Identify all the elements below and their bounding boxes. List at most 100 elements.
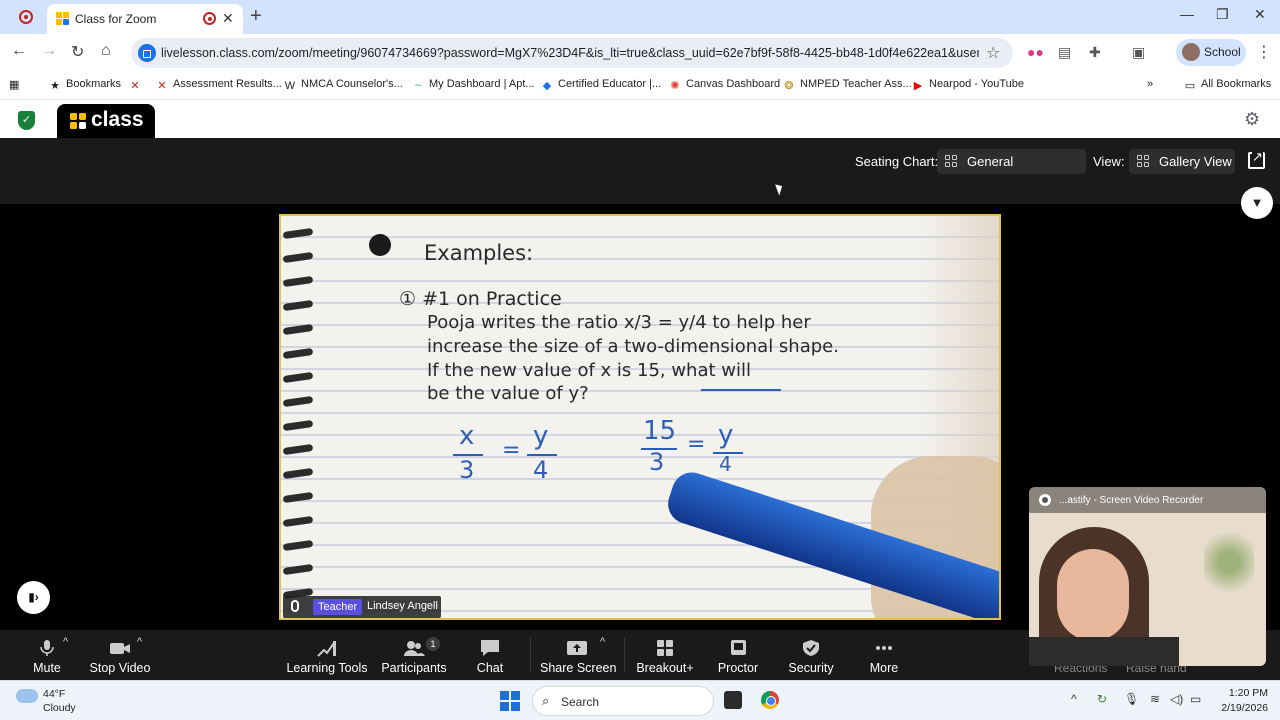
spiral-binding xyxy=(282,227,314,610)
chrome-icon[interactable] xyxy=(761,691,779,709)
recorder-title: ...astify - Screen Video Recorder xyxy=(1059,495,1204,506)
stop-video-button[interactable]: Stop Video xyxy=(88,630,152,680)
extensions-puzzle-icon[interactable]: ✚ xyxy=(1089,44,1101,61)
mute-options-caret-icon[interactable]: ^ xyxy=(63,636,68,648)
bookmark-label: Assessment Results... xyxy=(173,78,282,90)
bookmark-label: Nearpod - YouTube xyxy=(929,78,1024,90)
seating-chart-select[interactable]: General xyxy=(937,149,1086,174)
eq2-right-denominator: 4 xyxy=(719,452,732,476)
wifi-icon[interactable]: ≋ xyxy=(1150,692,1160,706)
share-screen-icon xyxy=(567,641,587,655)
task-view-icon[interactable] xyxy=(724,691,742,709)
extension-record-icon[interactable]: ●● xyxy=(1027,44,1044,60)
profile-label: School xyxy=(1204,45,1241,59)
security-label: Security xyxy=(788,661,834,675)
class-logo-text: class xyxy=(91,108,144,131)
screen-recorder-webcam-window[interactable]: ...astify - Screen Video Recorder xyxy=(1029,487,1266,666)
reload-icon[interactable]: ↻ xyxy=(71,42,84,62)
windows-start-icon[interactable] xyxy=(500,691,520,711)
bookmark-label: NMPED Teacher Ass... xyxy=(800,78,912,90)
x-logo-icon: ✕ xyxy=(157,80,167,92)
tab-close-icon[interactable]: ✕ xyxy=(222,10,234,27)
home-icon[interactable]: ⌂ xyxy=(101,42,111,60)
chat-button[interactable]: Chat xyxy=(470,630,510,680)
mute-label: Mute xyxy=(33,661,61,675)
battery-icon[interactable]: ▭ xyxy=(1190,692,1201,706)
proctor-button[interactable]: Proctor xyxy=(712,630,764,680)
bookmark-item[interactable]: ❂ NMPED Teacher Ass... xyxy=(783,78,912,92)
restore-icon[interactable]: ❐ xyxy=(1216,6,1229,23)
forward-arrow-icon[interactable]: → xyxy=(41,42,57,60)
leaf-icon: ◆ xyxy=(542,80,552,92)
taskbar-search-box[interactable]: ⌕ Search xyxy=(532,686,714,716)
extension-screen-icon[interactable]: ▤ xyxy=(1058,44,1071,61)
weather-description[interactable]: Cloudy xyxy=(43,702,76,714)
security-button[interactable]: Security xyxy=(786,630,836,680)
video-camera-icon xyxy=(110,643,130,654)
bookmark-item[interactable]: ▶ Nearpod - YouTube xyxy=(912,78,1024,92)
learning-tools-button[interactable]: Learning Tools xyxy=(286,630,368,680)
video-options-caret-icon[interactable]: ^ xyxy=(137,636,142,648)
bookmark-item[interactable]: ◆ Certified Educator |... xyxy=(541,78,661,92)
participants-button[interactable]: Participants xyxy=(380,630,448,680)
volume-icon[interactable]: ◁) xyxy=(1170,692,1183,706)
grid-icon xyxy=(945,155,958,168)
cloud-icon[interactable] xyxy=(16,689,38,703)
window-close-icon[interactable]: ✕ xyxy=(1254,6,1266,23)
minimize-icon[interactable]: — xyxy=(1180,6,1194,22)
bookmark-label: Certified Educator |... xyxy=(558,78,662,90)
w-logo-icon: W xyxy=(284,80,296,92)
apps-grid-icon[interactable]: ▦ xyxy=(9,78,19,91)
sync-icon[interactable]: ↻ xyxy=(1097,692,1107,706)
browser-tab-strip: Class for Zoom ✕ + — ❐ ✕ xyxy=(0,0,1280,34)
divider xyxy=(530,638,531,672)
bookmark-item[interactable]: W NMCA Counselor's... xyxy=(284,78,403,92)
all-bookmarks-button[interactable]: ▭ All Bookmarks xyxy=(1184,78,1272,92)
more-bookmarks-button[interactable]: » xyxy=(1147,78,1153,90)
bookmark-item[interactable]: ✕ xyxy=(129,78,146,92)
new-tab-button[interactable]: + xyxy=(250,5,262,28)
collapse-panel-button[interactable]: ▼ xyxy=(1241,187,1273,219)
weather-temperature[interactable]: 44°F xyxy=(43,688,65,700)
bookmark-item[interactable]: ★ Bookmarks xyxy=(49,78,121,92)
all-bookmarks-label: All Bookmarks xyxy=(1201,78,1272,90)
proctor-label: Proctor xyxy=(717,661,759,675)
clock-date[interactable]: 2/19/2026 xyxy=(1212,702,1268,714)
more-label: More xyxy=(869,661,899,675)
bookmark-item[interactable]: ✺ Canvas Dashboard xyxy=(669,78,780,92)
notes-line-2: increase the size of a two-dimensional s… xyxy=(427,336,839,357)
browser-menu-icon[interactable]: ⋮ xyxy=(1256,42,1272,62)
bookmarks-bar: ▦ ★ Bookmarks ✕ ✕ Assessment Results... WN… xyxy=(0,72,1280,100)
badge-icon: ❂ xyxy=(784,80,794,92)
tab-search-icon[interactable]: ▣ xyxy=(1132,44,1145,61)
sidebar-toggle-button[interactable]: ▮› xyxy=(17,581,50,614)
tray-microphone-icon[interactable]: 🎙 xyxy=(1124,692,1139,706)
profile-button[interactable]: School xyxy=(1176,39,1246,66)
popout-icon[interactable] xyxy=(1248,149,1265,169)
class-logo: class xyxy=(57,104,155,138)
bookmark-item[interactable]: ✕ Assessment Results... xyxy=(156,78,282,92)
url-text[interactable]: livelesson.class.com/zoom/meeting/960747… xyxy=(161,46,979,60)
stop-video-label: Stop Video xyxy=(89,661,151,675)
back-arrow-icon[interactable]: ← xyxy=(11,42,27,60)
more-button[interactable]: More xyxy=(864,630,904,680)
bookmark-star-icon[interactable]: ☆ xyxy=(986,43,1000,63)
bookmark-item[interactable]: ~ My Dashboard | Apt... xyxy=(412,78,535,92)
proctor-icon xyxy=(731,640,746,655)
address-bar[interactable]: livelesson.class.com/zoom/meeting/960747… xyxy=(131,38,1013,68)
share-options-caret-icon[interactable]: ^ xyxy=(600,636,605,648)
shield-check-icon: ✓ xyxy=(18,111,35,130)
browser-tab-class-for-zoom[interactable]: Class for Zoom ✕ xyxy=(47,4,243,34)
security-shield-icon xyxy=(803,640,819,656)
tray-overflow-icon[interactable]: ^ xyxy=(1071,692,1077,706)
breakout-button[interactable]: Breakout+ xyxy=(634,630,696,680)
recorder-logo-icon xyxy=(1039,494,1051,506)
bookmark-label: Bookmarks xyxy=(66,78,122,90)
clock-time[interactable]: 1:20 PM xyxy=(1212,687,1268,699)
recorder-header[interactable]: ...astify - Screen Video Recorder xyxy=(1029,487,1266,513)
settings-gear-icon[interactable]: ⚙ xyxy=(1244,109,1260,130)
bookmark-label: My Dashboard | Apt... xyxy=(429,78,535,90)
view-select[interactable]: Gallery View xyxy=(1129,149,1235,174)
learning-tools-icon xyxy=(317,641,336,657)
bookmark-label: NMCA Counselor's... xyxy=(301,78,403,90)
